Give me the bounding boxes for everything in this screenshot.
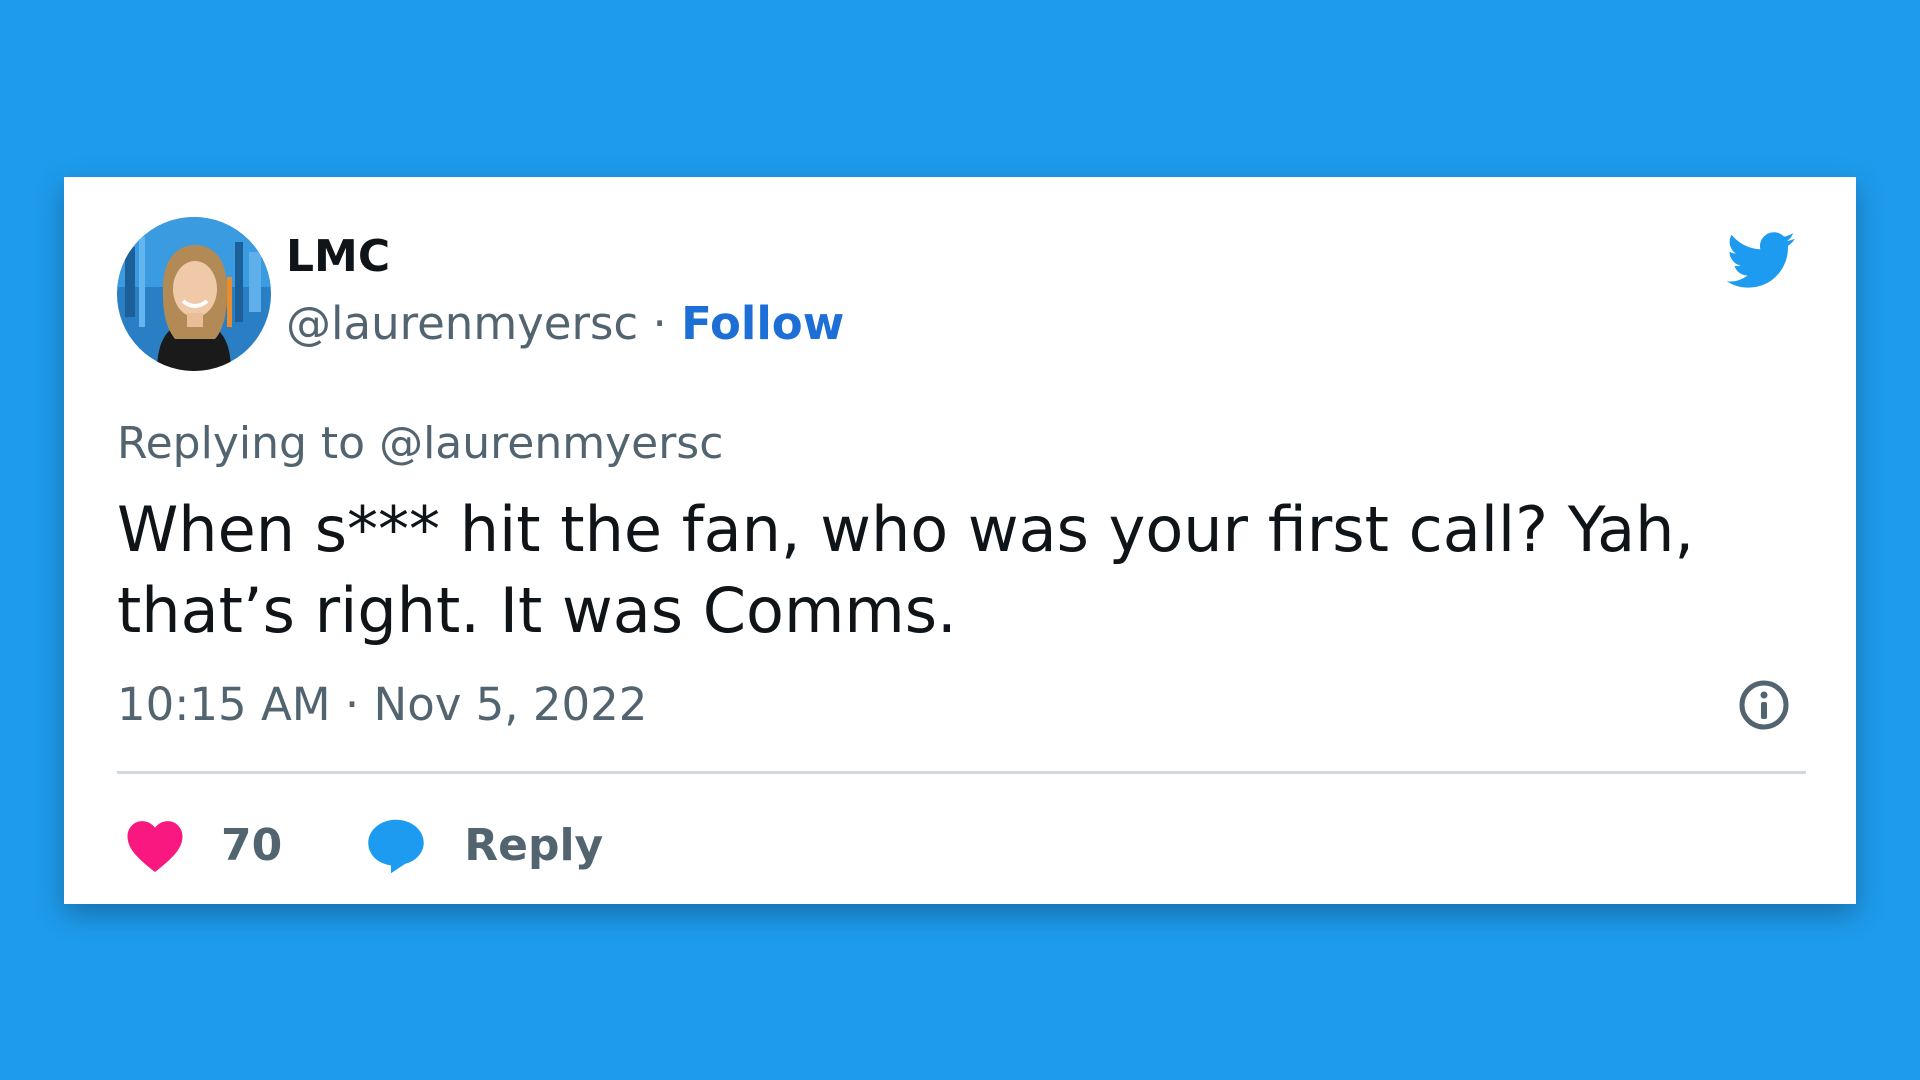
display-name[interactable]: LMC	[286, 235, 390, 279]
timestamp-separator: ·	[344, 678, 360, 731]
avatar-image	[117, 217, 271, 371]
handle-separator: ·	[652, 297, 667, 350]
speech-bubble-icon	[368, 819, 424, 874]
replying-prefix: Replying to	[117, 418, 366, 469]
reply-label: Reply	[464, 819, 604, 871]
divider	[117, 771, 1806, 774]
tweet-card: LMC @laurenmyersc · Follow Replying to @…	[64, 177, 1856, 904]
tweet-date: Nov 5, 2022	[373, 678, 648, 731]
twitter-bird-icon[interactable]	[1724, 224, 1796, 296]
replying-mention[interactable]: @laurenmyersc	[379, 418, 723, 469]
tweet-timestamp[interactable]: 10:15 AM · Nov 5, 2022	[117, 682, 647, 727]
handle-row: @laurenmyersc · Follow	[286, 301, 844, 346]
heart-icon	[127, 821, 183, 872]
user-handle[interactable]: @laurenmyersc	[286, 297, 638, 350]
tweet-time: 10:15 AM	[117, 678, 331, 731]
avatar[interactable]	[117, 217, 271, 371]
tweet-text: When s*** hit the fan, who was your firs…	[117, 493, 1695, 647]
tweet-actions: 70 Reply	[124, 810, 603, 880]
like-count: 70	[221, 819, 283, 871]
info-icon[interactable]	[1736, 677, 1792, 733]
reply-button[interactable]: Reply	[365, 816, 603, 874]
follow-button[interactable]: Follow	[681, 297, 844, 350]
replying-to: Replying to @laurenmyersc	[117, 422, 723, 466]
like-button[interactable]: 70	[124, 817, 282, 873]
